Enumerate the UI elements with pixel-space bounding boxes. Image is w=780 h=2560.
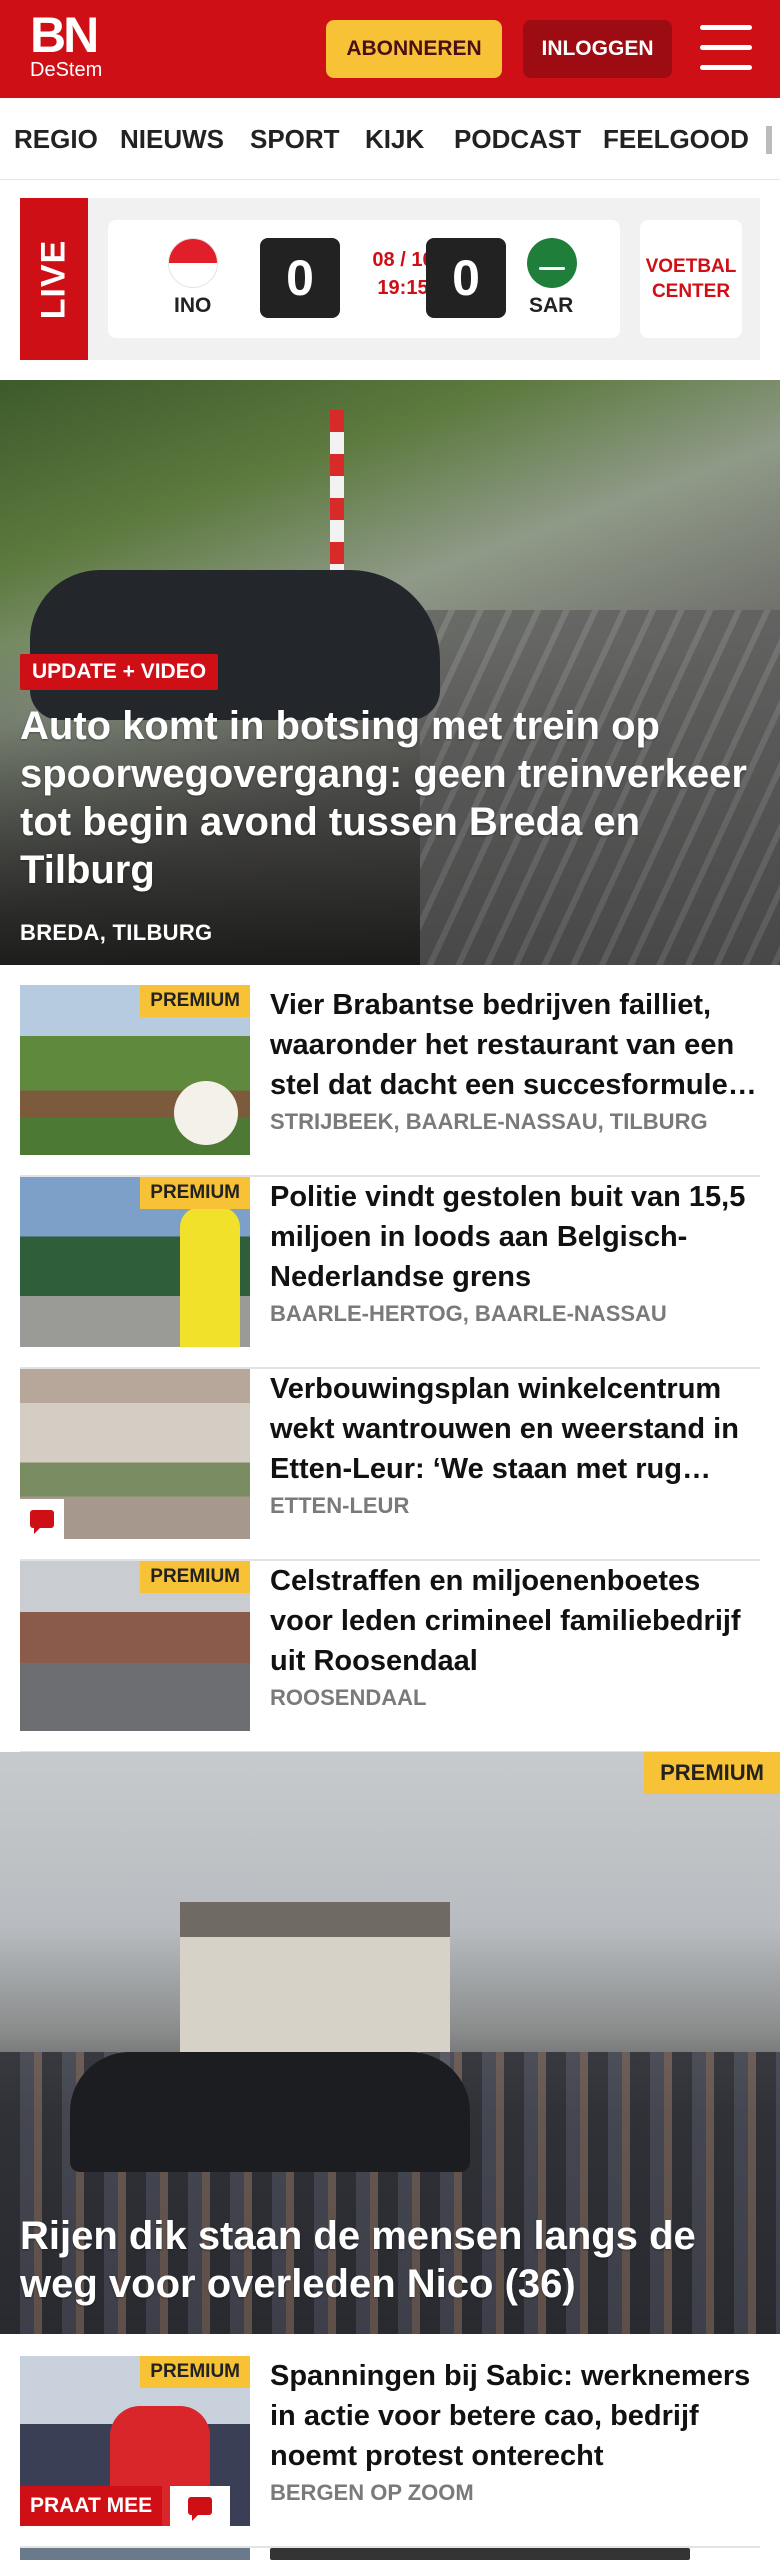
list-item[interactable]: PREMIUM PRAAT MEE Spanningen bij Sabic: … [20, 2356, 760, 2548]
nav-item-regio[interactable]: REGIO [14, 124, 98, 155]
premium-badge: PREMIUM [140, 1177, 250, 1209]
hero2-photo-roof [180, 1902, 450, 1942]
article-location: ROOSENDAAL [270, 1685, 427, 1710]
article-title: Politie vindt gestolen buit van 15,5 mil… [270, 1181, 746, 1293]
article-title: Vier Brabantse bedrijven failliet, waaro… [270, 989, 735, 1101]
nav-item-kijk[interactable]: KIJK [365, 124, 424, 155]
away-team: SAR [529, 294, 574, 317]
hero-photo-car [30, 570, 440, 720]
hero-article[interactable]: UPDATE + VIDEO Auto komt in botsing met … [0, 380, 780, 965]
article-thumbnail [20, 1369, 250, 1539]
article-title: Verbouwingsplan winkelcentrum wekt wantr… [270, 1373, 739, 1485]
menu-line [700, 65, 752, 70]
comment-icon-badge [20, 1499, 64, 1539]
hero2-photo-hearse [70, 2052, 470, 2172]
subscribe-button[interactable]: ABONNEREN [326, 20, 502, 78]
vc-line1: VOETBAL [645, 256, 737, 277]
nav-item-podcast[interactable]: PODCAST [454, 124, 581, 155]
premium-badge: PREMIUM [140, 985, 250, 1017]
live-label-text: LIVE [34, 239, 73, 319]
list-item[interactable]: PREMIUM Celstraffen en miljoenenboetes v… [20, 1561, 760, 1753]
site-logo[interactable]: BN DeStem [30, 7, 114, 81]
hamburger-menu-icon[interactable] [700, 25, 752, 71]
logo-destem: DeStem [30, 59, 103, 81]
chat-bubble-icon [30, 1510, 54, 1534]
list-item[interactable]: PREMIUM Politie vindt gestolen buit van … [20, 1177, 760, 1369]
article-location: STRIJBEEK, BAARLE-NASSAU, TILBURG [270, 1109, 708, 1134]
menu-line [700, 45, 752, 50]
thumb-plate [174, 1081, 238, 1145]
nav-item-sport[interactable]: SPORT [250, 124, 340, 155]
hero-location: BREDA, TILBURG [20, 920, 213, 945]
article-location: BERGEN OP ZOOM [270, 2480, 474, 2505]
voetbal-center-button[interactable]: VOETBAL CENTER [640, 220, 742, 338]
premium-badge: PREMIUM [644, 1752, 780, 1794]
article-thumbnail: PREMIUM [20, 985, 250, 1155]
away-score: 0 [426, 238, 506, 318]
home-score: 0 [260, 238, 340, 318]
indonesia-flag-icon [168, 238, 218, 288]
next-article-thumbnail [20, 2548, 250, 2560]
vc-line2: CENTER [651, 281, 731, 302]
list-item[interactable]: PREMIUM Vier Brabantse bedrijven faillie… [20, 985, 760, 1177]
featured-title: Rijen dik staan de mensen langs de weg v… [20, 2214, 696, 2306]
logo-bn: BN [30, 7, 99, 63]
next-article-title [270, 2548, 690, 2560]
premium-badge: PREMIUM [140, 2356, 250, 2388]
home-team: INO [174, 294, 212, 317]
article-location: ETTEN-LEUR [270, 1493, 410, 1518]
nav-item-feelgood[interactable]: FEELGOOD [603, 124, 749, 155]
article-title: Spanningen bij Sabic: werknemers in acti… [270, 2360, 751, 2472]
live-score-widget: LIVE INO 0 08 / 10 19:15 0 SAR VOETBAL C… [20, 198, 760, 360]
hero-title: Auto komt in botsing met trein op spoorw… [20, 704, 747, 892]
update-video-tag: UPDATE + VIDEO [20, 654, 219, 690]
praat-mee-badge[interactable]: PRAAT MEE [20, 2486, 163, 2526]
premium-badge: PREMIUM [140, 1561, 250, 1593]
article-thumbnail: PREMIUM PRAAT MEE [20, 2356, 250, 2526]
top-header: BN DeStem ABONNEREN INLOGGEN [0, 0, 780, 98]
featured-article[interactable]: PREMIUM Rijen dik staan de mensen langs … [0, 1752, 780, 2334]
article-thumbnail: PREMIUM [20, 1177, 250, 1347]
nav-item-nieuws[interactable]: NIEUWS [120, 124, 224, 155]
saudi-arabia-flag-icon [527, 238, 577, 288]
comment-icon-badge [170, 2486, 230, 2526]
article-location: BAARLE-HERTOG, BAARLE-NASSAU [270, 1301, 667, 1326]
main-nav: REGIO NIEUWS SPORT KIJK PODCAST FEELGOOD [0, 98, 780, 180]
thumb-police-vest [180, 1207, 240, 1347]
list-item[interactable]: Verbouwingsplan winkelcentrum wekt wantr… [20, 1369, 760, 1561]
article-title: Celstraffen en miljoenenboetes voor lede… [270, 1565, 741, 1677]
hero2-photo-house [180, 1937, 450, 2067]
menu-line [700, 25, 752, 30]
match-card[interactable]: INO 0 08 / 10 19:15 0 SAR [108, 220, 620, 338]
live-label: LIVE [20, 198, 88, 360]
article-thumbnail: PREMIUM [20, 1561, 250, 1731]
chat-bubble-icon [188, 2497, 212, 2521]
login-button[interactable]: INLOGGEN [523, 20, 672, 78]
nav-overflow-indicator [766, 126, 772, 154]
